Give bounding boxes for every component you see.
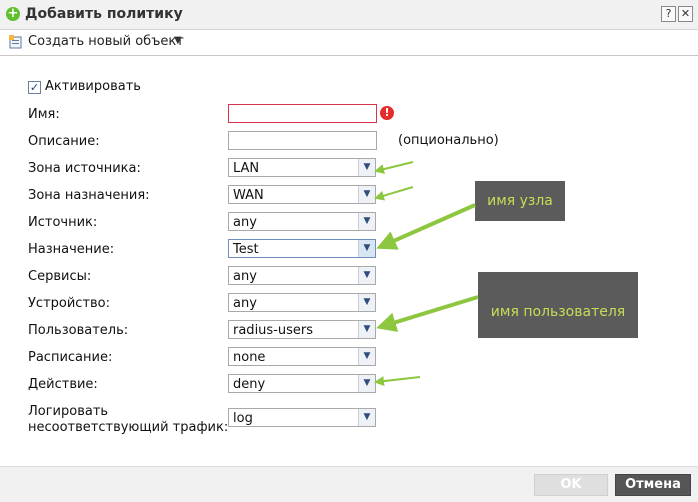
schedule-label: Расписание: [28,350,113,365]
user-value: radius-users [233,323,314,338]
action-select[interactable]: deny ▼ [228,374,376,393]
log-value: log [233,411,253,426]
destination-select[interactable]: Test ▼ [228,239,376,258]
chevron-down-icon[interactable]: ▼ [358,240,375,257]
destination-value: Test [233,242,259,257]
services-value: any [233,269,257,284]
chevron-down-icon[interactable]: ▼ [358,409,375,426]
log-select[interactable]: log ▼ [228,408,376,427]
user-select[interactable]: radius-users ▼ [228,320,376,339]
device-value: any [233,296,257,311]
source-zone-label: Зона источника: [28,161,141,176]
source-select[interactable]: any ▼ [228,212,376,231]
dest-zone-value: WAN [233,188,264,203]
services-select[interactable]: any ▼ [228,266,376,285]
action-label: Действие: [28,377,98,392]
schedule-value: none [233,350,266,365]
device-select[interactable]: any ▼ [228,293,376,312]
source-zone-value: LAN [233,161,260,176]
source-label: Источник: [28,215,98,230]
close-button[interactable]: ✕ [678,6,693,22]
add-icon: + [6,6,20,21]
source-zone-select[interactable]: LAN ▼ [228,158,376,177]
optional-hint: (опционально) [398,133,499,148]
log-label-line1: Логировать [28,404,109,419]
dialog-title: Добавить политику [25,6,183,22]
action-value: deny [233,377,266,392]
description-label: Описание: [28,134,100,149]
chevron-down-icon[interactable]: ▼ [174,35,182,46]
dialog-titlebar: + Добавить политику ? ✕ [0,0,698,30]
user-label: Пользователь: [28,323,129,338]
dest-zone-select[interactable]: WAN ▼ [228,185,376,204]
log-label-line2: несоответствующий трафик: [28,420,229,435]
description-input[interactable] [228,131,377,150]
new-object-icon [9,35,22,49]
error-icon: ! [380,106,394,120]
toolbar: Создать новый объект ▼ [0,30,698,56]
schedule-select[interactable]: none ▼ [228,347,376,366]
name-input[interactable] [228,104,377,123]
source-value: any [233,215,257,230]
chevron-down-icon[interactable]: ▼ [358,321,375,338]
callout-user-name: имя пользователя [478,272,638,338]
chevron-down-icon[interactable]: ▼ [358,186,375,203]
chevron-down-icon[interactable]: ▼ [358,348,375,365]
dest-zone-label: Зона назначения: [28,188,150,203]
create-new-object-button[interactable]: Создать новый объект [28,34,184,49]
cancel-button[interactable]: Отмена [615,474,691,496]
callout-node-name: имя узла [475,181,565,221]
activate-checkbox[interactable]: ✓ [28,81,41,94]
chevron-down-icon[interactable]: ▼ [358,375,375,392]
help-button[interactable]: ? [661,6,676,22]
chevron-down-icon[interactable]: ▼ [358,213,375,230]
chevron-down-icon[interactable]: ▼ [358,267,375,284]
device-label: Устройство: [28,296,111,311]
chevron-down-icon[interactable]: ▼ [358,159,375,176]
services-label: Сервисы: [28,269,92,284]
destination-label: Назначение: [28,242,115,257]
ok-button[interactable]: OK [534,474,608,496]
activate-label: Активировать [45,79,141,94]
name-label: Имя: [28,107,60,122]
chevron-down-icon[interactable]: ▼ [358,294,375,311]
